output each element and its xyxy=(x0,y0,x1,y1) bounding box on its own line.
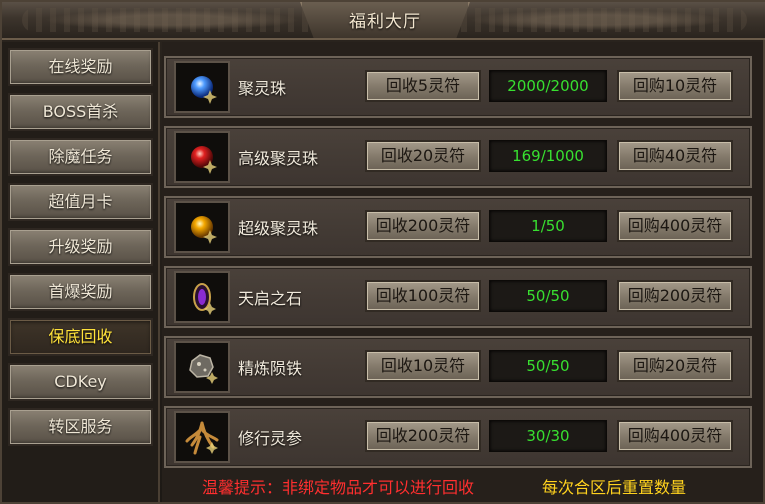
red-orb-icon xyxy=(191,146,217,174)
recycle-list: 聚灵珠 回收5灵符 2000/2000 回购10灵符 高级聚灵珠 回收20灵符 … xyxy=(162,42,763,502)
item-name: 高级聚灵珠 xyxy=(238,149,319,168)
title-ornament-right xyxy=(447,8,747,32)
recycle-count: 50/50 xyxy=(489,280,607,312)
item-name: 天启之石 xyxy=(238,289,303,308)
blue-orb-icon xyxy=(191,76,217,104)
buyback-button[interactable]: 回购200灵符 xyxy=(617,280,733,312)
recycle-count: 30/30 xyxy=(489,420,607,452)
recycle-count: 169/1000 xyxy=(489,140,607,172)
buyback-button[interactable]: 回购40灵符 xyxy=(617,140,733,172)
recycle-button[interactable]: 回收100灵符 xyxy=(365,280,481,312)
recycle-button[interactable]: 回收10灵符 xyxy=(365,350,481,382)
item-name: 修行灵参 xyxy=(238,429,303,448)
buyback-button[interactable]: 回购20灵符 xyxy=(617,350,733,382)
footer: 温馨提示：非绑定物品才可以进行回收 每次合区后重置数量 xyxy=(162,470,763,500)
sidebar-item-guaranteed-recycle[interactable]: 保底回收 xyxy=(8,318,153,356)
recycle-row: 超级聚灵珠 回收200灵符 1/50 回购400灵符 xyxy=(164,196,752,258)
sidebar-item-monthly-card[interactable]: 超值月卡 xyxy=(8,183,153,221)
recycle-count: 50/50 xyxy=(489,350,607,382)
purple-stone-icon xyxy=(193,283,216,315)
recycle-button[interactable]: 回收5灵符 xyxy=(365,70,481,102)
recycle-row: 天启之石 回收100灵符 50/50 回购200灵符 xyxy=(164,266,752,328)
recycle-button[interactable]: 回收20灵符 xyxy=(365,140,481,172)
sidebar: 在线奖励 BOSS首杀 除魔任务 超值月卡 升级奖励 首爆奖励 保底回收 CDK… xyxy=(2,42,160,502)
title-ornament-left xyxy=(22,8,322,32)
welfare-hall-window: 福利大厅 在线奖励 BOSS首杀 除魔任务 超值月卡 升级奖励 首爆奖励 保底回… xyxy=(0,0,765,504)
item-slot[interactable] xyxy=(174,201,230,253)
sidebar-item-boss-first-kill[interactable]: BOSS首杀 xyxy=(8,93,153,131)
recycle-count: 1/50 xyxy=(489,210,607,242)
window-title: 福利大厅 xyxy=(349,12,421,32)
recycle-row: 高级聚灵珠 回收20灵符 169/1000 回购40灵符 xyxy=(164,126,752,188)
sidebar-item-first-drop-reward[interactable]: 首爆奖励 xyxy=(8,273,153,311)
item-slot[interactable] xyxy=(174,411,230,463)
buyback-button[interactable]: 回购400灵符 xyxy=(617,420,733,452)
reset-note: 每次合区后重置数量 xyxy=(542,478,687,497)
sidebar-item-demon-quest[interactable]: 除魔任务 xyxy=(8,138,153,176)
recycle-button[interactable]: 回收200灵符 xyxy=(365,420,481,452)
item-name: 聚灵珠 xyxy=(238,79,287,98)
item-slot[interactable] xyxy=(174,61,230,113)
item-name: 超级聚灵珠 xyxy=(238,219,319,238)
item-slot[interactable] xyxy=(174,271,230,323)
item-slot[interactable] xyxy=(174,131,230,183)
recycle-button[interactable]: 回收200灵符 xyxy=(365,210,481,242)
title-bar: 福利大厅 xyxy=(2,2,765,40)
sidebar-item-level-reward[interactable]: 升级奖励 xyxy=(8,228,153,266)
sidebar-item-cdkey[interactable]: CDKey xyxy=(8,363,153,401)
sidebar-item-online-reward[interactable]: 在线奖励 xyxy=(8,48,153,86)
recycle-row: 修行灵参 回收200灵符 30/30 回购400灵符 xyxy=(164,406,752,468)
gold-orb-icon xyxy=(191,216,217,244)
meteor-iron-icon xyxy=(189,354,218,384)
ginseng-icon xyxy=(185,421,219,455)
recycle-tip: 温馨提示：非绑定物品才可以进行回收 xyxy=(202,478,475,497)
recycle-count: 2000/2000 xyxy=(489,70,607,102)
item-slot[interactable] xyxy=(174,341,230,393)
recycle-row: 精炼陨铁 回收10灵符 50/50 回购20灵符 xyxy=(164,336,752,398)
buyback-button[interactable]: 回购400灵符 xyxy=(617,210,733,242)
item-name: 精炼陨铁 xyxy=(238,359,303,378)
sidebar-item-server-transfer[interactable]: 转区服务 xyxy=(8,408,153,446)
buyback-button[interactable]: 回购10灵符 xyxy=(617,70,733,102)
recycle-row: 聚灵珠 回收5灵符 2000/2000 回购10灵符 xyxy=(164,56,752,118)
